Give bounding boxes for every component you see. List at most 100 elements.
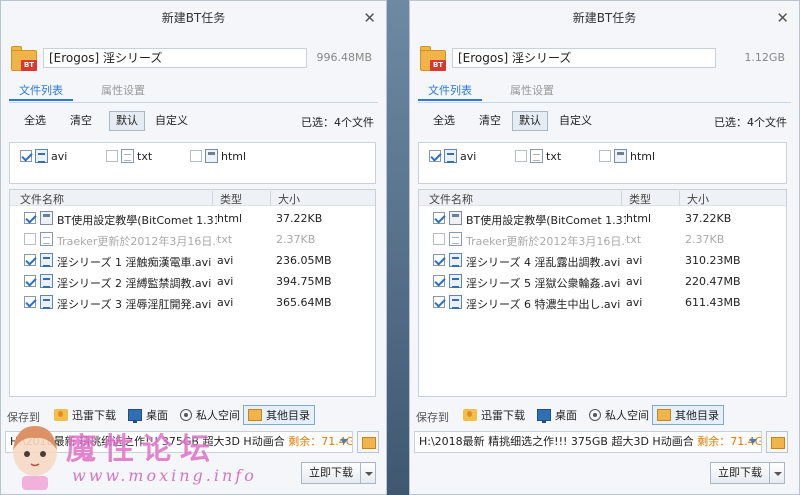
column-header-type[interactable]: 类型 [629,191,651,207]
clear-button[interactable]: 清空 [472,111,508,131]
file-list: 文件名称 类型 大小 BT使用設定教學(BitComet 1.31)(... h… [9,189,376,397]
save-other-button[interactable]: 其他目录 [652,405,724,425]
tab-bar: 文件列表 属性设置 [418,79,791,103]
checkbox-checked-icon[interactable] [24,212,36,224]
save-private-button[interactable]: 私人空间 [584,405,654,425]
file-type: avi [217,275,234,288]
type-filter-avi[interactable]: avi [429,149,476,163]
checkbox-unchecked-icon[interactable] [599,150,611,162]
save-xunlei-button[interactable]: 迅雷下载 [49,405,121,425]
save-location-row: 保存到 迅雷下载 桌面 私人空间 其他目录 [5,405,383,427]
checkbox-unchecked-icon[interactable] [190,150,202,162]
checkbox-unchecked-icon[interactable] [515,150,527,162]
custom-button[interactable]: 自定义 [552,111,599,131]
save-desktop-button[interactable]: 桌面 [532,405,582,425]
bt-badge: BT [21,60,37,71]
xunlei-icon [463,409,477,421]
tab-file-list[interactable]: 文件列表 [9,81,73,101]
checkbox-checked-icon[interactable] [24,296,36,308]
save-other-button[interactable]: 其他目录 [243,405,315,425]
download-row: 立即下载 [710,462,786,484]
checkbox-checked-icon[interactable] [20,150,32,162]
download-now-button[interactable]: 立即下载 [710,462,770,484]
checkbox-checked-icon[interactable] [429,150,441,162]
save-path: H:\2018最新 精挑细选之作!!! 375GB 超大3D H动画合 [10,435,285,448]
file-size: 37.22KB [685,212,732,225]
checkbox-checked-icon[interactable] [24,254,36,266]
file-type: txt [217,233,233,246]
avi-file-icon [444,149,457,163]
file-type: html [626,212,652,225]
txt-file-icon [121,149,134,163]
txt-file-icon [449,232,462,246]
browse-folder-button[interactable] [357,431,379,453]
browse-folder-button[interactable] [766,431,788,453]
default-button[interactable]: 默认 [109,111,145,131]
column-header-name[interactable]: 文件名称 [429,191,473,207]
download-dropdown-icon[interactable] [360,462,376,484]
checkbox-checked-icon[interactable] [433,275,445,287]
close-icon[interactable]: ✕ [363,1,376,35]
table-row[interactable]: BT使用設定教學(BitComet 1.31)(... html 37.22KB [10,208,375,229]
checkbox-unchecked-icon[interactable] [24,233,36,245]
file-name: 淫シリーズ 3 淫辱淫肛開発.avi [57,298,212,311]
type-filter-txt[interactable]: txt [106,149,152,163]
table-row[interactable]: 淫シリーズ 4 淫乱露出調教.avi avi 310.23MB [419,250,786,271]
save-xunlei-button[interactable]: 迅雷下载 [458,405,530,425]
txt-file-icon [530,149,543,163]
column-header-type[interactable]: 类型 [220,191,242,207]
file-type: avi [626,296,643,309]
html-file-icon [614,149,627,163]
dropdown-caret-icon[interactable] [340,439,348,444]
dialog-title: 新建BT任务 [161,11,226,25]
checkbox-checked-icon[interactable] [433,296,445,308]
table-row[interactable]: 淫シリーズ 3 淫辱淫肛開発.avi avi 365.64MB [10,292,375,313]
checkbox-checked-icon[interactable] [433,212,445,224]
type-filter-txt[interactable]: txt [515,149,561,163]
column-header-size[interactable]: 大小 [278,191,300,207]
table-row[interactable]: 淫シリーズ 2 淫縛監禁調教.avi avi 394.75MB [10,271,375,292]
table-row[interactable]: 淫シリーズ 6 特濃生中出し.avi avi 611.43MB [419,292,786,313]
download-now-button[interactable]: 立即下载 [301,462,361,484]
checkbox-unchecked-icon[interactable] [106,150,118,162]
table-row[interactable]: Traeker更新於2012年3月16日.txt txt 2.37KB [419,229,786,250]
total-size: 996.48MB [316,51,372,64]
dropdown-caret-icon[interactable] [749,439,757,444]
tab-file-list[interactable]: 文件列表 [418,81,482,101]
task-name-row: BT [Erogos] 淫シリーズ 1.12GB [410,41,799,77]
clear-button[interactable]: 清空 [63,111,99,131]
file-type: txt [626,233,642,246]
type-filter-html[interactable]: html [599,149,655,163]
save-path-input[interactable]: H:\2018最新 精挑细选之作!!! 375GB 超大3D H动画合 剩余：7… [414,431,762,453]
task-name-input[interactable]: [Erogos] 淫シリーズ [43,48,307,68]
tab-properties[interactable]: 属性设置 [91,81,155,101]
task-name-input[interactable]: [Erogos] 淫シリーズ [452,48,716,68]
column-header-size[interactable]: 大小 [687,191,709,207]
column-header-name[interactable]: 文件名称 [20,191,64,207]
save-button-label: 迅雷下载 [481,409,525,422]
custom-button[interactable]: 自定义 [148,111,195,131]
type-filter-avi[interactable]: avi [20,149,67,163]
save-label: 保存到 [7,411,40,424]
checkbox-checked-icon[interactable] [24,275,36,287]
close-icon[interactable]: ✕ [776,1,789,35]
default-button[interactable]: 默认 [512,111,548,131]
save-private-button[interactable]: 私人空间 [175,405,245,425]
checkbox-unchecked-icon[interactable] [433,233,445,245]
select-all-button[interactable]: 全选 [17,111,53,131]
dialog-title: 新建BT任务 [572,11,637,25]
select-all-button[interactable]: 全选 [426,111,462,131]
save-desktop-button[interactable]: 桌面 [123,405,173,425]
table-row[interactable]: 淫シリーズ 1 淫触痴漢電車.avi avi 236.05MB [10,250,375,271]
table-row[interactable]: 淫シリーズ 5 淫獄公衆輪姦.avi avi 220.47MB [419,271,786,292]
file-name: 淫シリーズ 6 特濃生中出し.avi [466,298,621,311]
tab-properties[interactable]: 属性设置 [500,81,564,101]
table-row[interactable]: BT使用設定教學(BitComet 1.31)(... html 37.22KB [419,208,786,229]
bt-badge: BT [430,60,446,71]
avi-file-icon [449,295,462,309]
type-filter-html[interactable]: html [190,149,246,163]
table-row[interactable]: Traeker更新於2012年3月16日.txt txt 2.37KB [10,229,375,250]
save-path-input[interactable]: H:\2018最新 精挑细选之作!!! 375GB 超大3D H动画合 剩余：7… [5,431,353,453]
download-dropdown-icon[interactable] [769,462,785,484]
checkbox-checked-icon[interactable] [433,254,445,266]
